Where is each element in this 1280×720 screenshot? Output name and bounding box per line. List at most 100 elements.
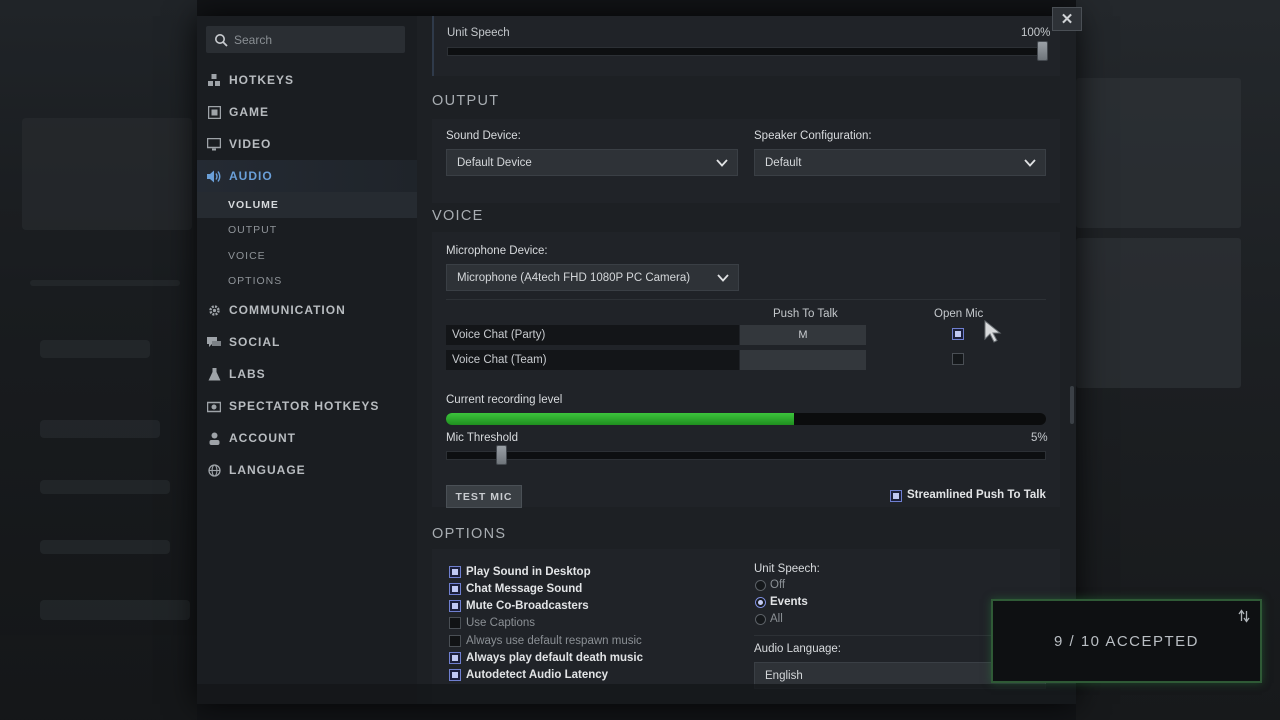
recording-level-label: Current recording level xyxy=(446,394,563,406)
sidebar-item-video[interactable]: VIDEO xyxy=(197,128,417,160)
output-panel: Sound Device: Default Device Speaker Con… xyxy=(432,119,1060,203)
voice-panel: Microphone Device: Microphone (A4tech FH… xyxy=(432,232,1060,508)
close-button[interactable]: ✕ xyxy=(1052,7,1082,31)
default-death-music-checkbox[interactable] xyxy=(449,652,461,664)
close-icon: ✕ xyxy=(1060,11,1074,28)
sidebar-item-spectator-hotkeys[interactable]: SPECTATOR HOTKEYS xyxy=(197,390,417,422)
chevron-down-icon xyxy=(1024,159,1036,167)
default-respawn-music-checkbox[interactable] xyxy=(449,635,461,647)
settings-window: HOTKEYS GAME VIDEO AUDIO VOLUME OUTPUT V… xyxy=(197,16,1076,704)
divider xyxy=(446,299,1046,300)
search-box[interactable] xyxy=(206,26,405,53)
play-sound-desktop-checkbox[interactable] xyxy=(449,566,461,578)
audio-language-value: English xyxy=(765,669,803,682)
unit-speech-off-label: Off xyxy=(770,579,786,591)
sidebar-item-hotkeys[interactable]: HOTKEYS xyxy=(197,64,417,96)
mouse-cursor-icon xyxy=(984,320,1002,343)
sidebar-item-label: GAME xyxy=(229,105,269,119)
mic-device-value: Microphone (A4tech FHD 1080P PC Camera) xyxy=(457,271,691,284)
mic-device-dropdown[interactable]: Microphone (A4tech FHD 1080P PC Camera) xyxy=(446,264,739,291)
mic-device-label: Microphone Device: xyxy=(446,245,548,257)
mute-co-broadcasters-checkbox[interactable] xyxy=(449,600,461,612)
default-respawn-music-label: Always use default respawn music xyxy=(466,635,642,647)
background-left xyxy=(0,0,197,720)
sidebar-item-language[interactable]: LANGUAGE xyxy=(197,454,417,486)
sound-device-dropdown[interactable]: Default Device xyxy=(446,149,738,176)
sidebar-item-label: SOCIAL xyxy=(229,335,281,349)
unit-speech-options-label: Unit Speech: xyxy=(754,563,820,575)
sidebar-subitem-voice[interactable]: VOICE xyxy=(197,243,417,269)
settings-nav: HOTKEYS GAME VIDEO AUDIO VOLUME OUTPUT V… xyxy=(197,64,417,486)
voice-chat-team-key[interactable] xyxy=(740,350,866,370)
audio-language-label: Audio Language: xyxy=(754,643,841,655)
search-icon xyxy=(215,33,228,47)
streamlined-push-to-talk-label: Streamlined Push To Talk xyxy=(907,489,1046,501)
unit-speech-volume-handle[interactable] xyxy=(1037,41,1048,61)
chevron-down-icon xyxy=(717,274,729,282)
mic-threshold-handle[interactable] xyxy=(496,445,508,465)
voice-chat-party-key[interactable]: M xyxy=(740,325,866,345)
chat-message-sound-checkbox[interactable] xyxy=(449,583,461,595)
settings-sidebar: HOTKEYS GAME VIDEO AUDIO VOLUME OUTPUT V… xyxy=(197,16,417,704)
speaker-config-label: Speaker Configuration: xyxy=(754,130,872,142)
test-mic-button[interactable]: TEST MIC xyxy=(446,485,522,508)
search-input[interactable] xyxy=(234,32,394,47)
open-mic-column-header: Open Mic xyxy=(934,308,984,320)
speaker-icon xyxy=(207,169,221,183)
swap-arrows-icon[interactable] xyxy=(1237,609,1251,623)
output-section-title: OUTPUT xyxy=(432,93,500,109)
sidebar-item-game[interactable]: GAME xyxy=(197,96,417,128)
user-icon xyxy=(207,431,221,445)
speaker-config-value: Default xyxy=(765,156,802,169)
use-captions-checkbox[interactable] xyxy=(449,617,461,629)
subitem-label: VOLUME xyxy=(228,198,279,211)
sidebar-item-communication[interactable]: COMMUNICATION xyxy=(197,294,417,326)
push-to-talk-column-header: Push To Talk xyxy=(773,308,838,320)
options-panel: Play Sound in Desktop Chat Message Sound… xyxy=(432,549,1060,704)
voice-chat-party-open-mic-checkbox[interactable] xyxy=(952,328,964,340)
sidebar-item-account[interactable]: ACCOUNT xyxy=(197,422,417,454)
flask-icon xyxy=(207,367,221,381)
recording-level-fill xyxy=(446,413,794,425)
volume-panel: Unit Speech 100% xyxy=(432,16,1060,76)
voice-chat-team-row-label: Voice Chat (Team) xyxy=(446,350,739,370)
voice-chat-party-row-label: Voice Chat (Party) xyxy=(446,325,739,345)
match-accepted-notification: 9 / 10 ACCEPTED xyxy=(991,599,1262,683)
autodetect-audio-latency-checkbox[interactable] xyxy=(449,669,461,681)
audio-settings-content: Unit Speech 100% OUTPUT Sound Device: De… xyxy=(417,16,1076,704)
globe-icon xyxy=(207,463,221,477)
sound-device-label: Sound Device: xyxy=(446,130,521,142)
sidebar-item-label: VIDEO xyxy=(229,137,272,151)
sidebar-subitem-output[interactable]: OUTPUT xyxy=(197,218,417,244)
chat-icon xyxy=(207,335,221,349)
sidebar-item-social[interactable]: SOCIAL xyxy=(197,326,417,358)
speaker-config-dropdown[interactable]: Default xyxy=(754,149,1046,176)
content-scrollbar[interactable] xyxy=(1070,386,1074,424)
camera-icon xyxy=(207,399,221,413)
mic-threshold-value: 5% xyxy=(1031,432,1048,444)
sidebar-item-label: SPECTATOR HOTKEYS xyxy=(229,399,380,413)
unit-speech-volume-slider[interactable] xyxy=(447,47,1047,56)
unit-speech-off-radio[interactable] xyxy=(755,580,766,591)
unit-speech-all-radio[interactable] xyxy=(755,614,766,625)
default-death-music-label: Always play default death music xyxy=(466,652,644,664)
sidebar-item-label: COMMUNICATION xyxy=(229,303,346,317)
subitem-label: OUTPUT xyxy=(228,224,278,237)
sidebar-item-audio[interactable]: AUDIO xyxy=(197,160,417,192)
chevron-down-icon xyxy=(716,159,728,167)
sidebar-subitem-options[interactable]: OPTIONS xyxy=(197,269,417,295)
sidebar-item-label: LANGUAGE xyxy=(229,463,306,477)
unit-speech-all-label: All xyxy=(770,613,783,625)
streamlined-push-to-talk-checkbox[interactable] xyxy=(890,490,902,502)
monitor-icon xyxy=(207,137,221,151)
sidebar-subitem-volume[interactable]: VOLUME xyxy=(197,192,417,218)
grid-icon xyxy=(207,73,221,87)
voice-chat-team-open-mic-checkbox[interactable] xyxy=(952,353,964,365)
voice-section-title: VOICE xyxy=(432,208,484,224)
mic-threshold-slider[interactable] xyxy=(446,451,1046,460)
mic-threshold-label: Mic Threshold xyxy=(446,432,519,444)
unit-speech-events-radio[interactable] xyxy=(755,597,766,608)
sidebar-item-labs[interactable]: LABS xyxy=(197,358,417,390)
sound-device-value: Default Device xyxy=(457,156,532,169)
sidebar-item-label: LABS xyxy=(229,367,266,381)
